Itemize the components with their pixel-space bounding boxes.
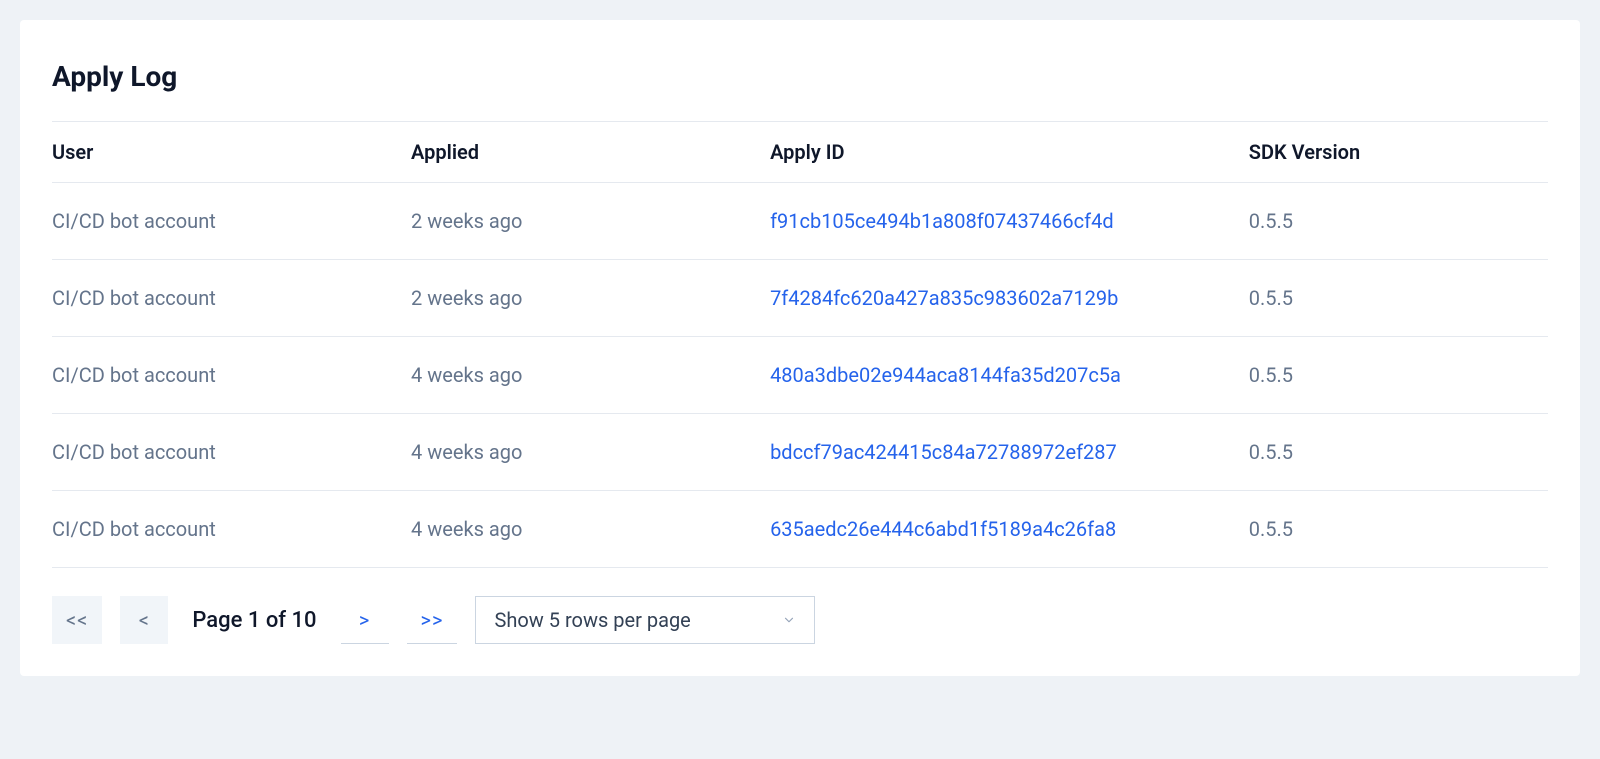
table-row: CI/CD bot account 4 weeks ago 635aedc26e… [52, 491, 1548, 568]
rows-per-page-select[interactable]: Show 5 rows per page [475, 596, 815, 644]
cell-applied: 2 weeks ago [411, 183, 770, 260]
cell-apply-id-link[interactable]: f91cb105ce494b1a808f07437466cf4d [770, 183, 1249, 260]
cell-applied: 2 weeks ago [411, 260, 770, 337]
cell-user: CI/CD bot account [52, 183, 411, 260]
cell-user: CI/CD bot account [52, 337, 411, 414]
prev-page-button[interactable]: < [120, 596, 168, 644]
cell-user: CI/CD bot account [52, 260, 411, 337]
apply-log-table: User Applied Apply ID SDK Version CI/CD … [52, 121, 1548, 568]
table-row: CI/CD bot account 4 weeks ago bdccf79ac4… [52, 414, 1548, 491]
cell-apply-id-link[interactable]: bdccf79ac424415c84a72788972ef287 [770, 414, 1249, 491]
page-title: Apply Log [52, 60, 1548, 93]
rows-per-page-label: Show 5 rows per page [494, 608, 690, 632]
cell-applied: 4 weeks ago [411, 337, 770, 414]
cell-sdk-version: 0.5.5 [1249, 183, 1548, 260]
chevron-down-icon [782, 608, 796, 632]
cell-sdk-version: 0.5.5 [1249, 337, 1548, 414]
table-row: CI/CD bot account 2 weeks ago f91cb105ce… [52, 183, 1548, 260]
apply-log-card: Apply Log User Applied Apply ID SDK Vers… [20, 20, 1580, 676]
cell-apply-id-link[interactable]: 635aedc26e444c6abd1f5189a4c26fa8 [770, 491, 1249, 568]
cell-apply-id-link[interactable]: 480a3dbe02e944aca8144fa35d207c5a [770, 337, 1249, 414]
column-header-user: User [52, 122, 411, 183]
next-page-button[interactable]: > [341, 596, 389, 644]
cell-sdk-version: 0.5.5 [1249, 260, 1548, 337]
table-header-row: User Applied Apply ID SDK Version [52, 122, 1548, 183]
table-row: CI/CD bot account 2 weeks ago 7f4284fc62… [52, 260, 1548, 337]
column-header-applied: Applied [411, 122, 770, 183]
column-header-sdk-version: SDK Version [1249, 122, 1548, 183]
cell-apply-id-link[interactable]: 7f4284fc620a427a835c983602a7129b [770, 260, 1249, 337]
first-page-button[interactable]: << [52, 596, 102, 644]
page-status: Page 1 of 10 [186, 608, 322, 633]
cell-user: CI/CD bot account [52, 414, 411, 491]
table-row: CI/CD bot account 4 weeks ago 480a3dbe02… [52, 337, 1548, 414]
cell-applied: 4 weeks ago [411, 414, 770, 491]
pagination: << < Page 1 of 10 > >> Show 5 rows per p… [52, 596, 1548, 644]
column-header-apply-id: Apply ID [770, 122, 1249, 183]
cell-sdk-version: 0.5.5 [1249, 414, 1548, 491]
cell-user: CI/CD bot account [52, 491, 411, 568]
cell-sdk-version: 0.5.5 [1249, 491, 1548, 568]
cell-applied: 4 weeks ago [411, 491, 770, 568]
last-page-button[interactable]: >> [407, 596, 458, 644]
